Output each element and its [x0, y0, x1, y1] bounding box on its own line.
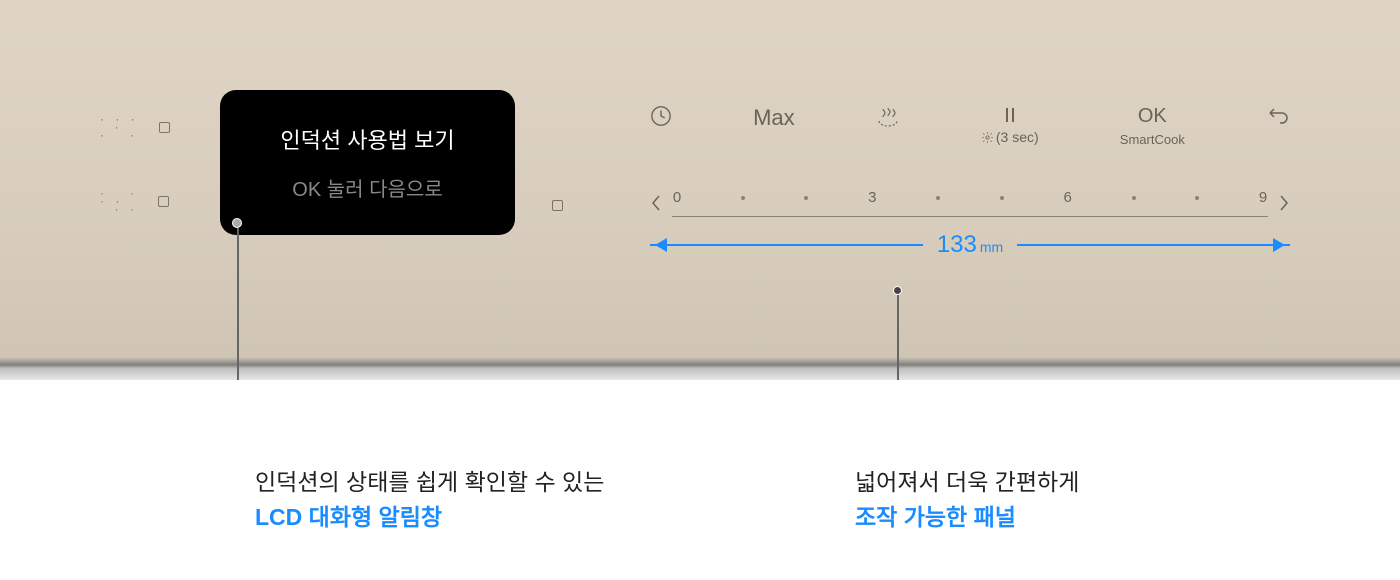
- arrow-left-icon: [650, 244, 923, 246]
- clock-icon: [650, 105, 672, 127]
- measurement-value: 133mm: [937, 231, 1003, 259]
- max-label: Max: [753, 105, 795, 131]
- arrow-right-icon: [1017, 244, 1290, 246]
- smartcook-label: SmartCook: [1120, 132, 1185, 147]
- slider-mark-3: 3: [867, 189, 877, 206]
- slider-mark-6: 6: [1063, 189, 1073, 206]
- pause-control: (3 sec): [981, 105, 1039, 145]
- max-control: Max: [753, 105, 795, 131]
- slider-dot-icon: [804, 196, 808, 200]
- callout-dot-icon: [893, 286, 902, 295]
- slider-mark-9: 9: [1258, 189, 1268, 206]
- zone-select-square-icon: [159, 122, 170, 133]
- ok-label: OK: [1138, 105, 1167, 128]
- zone-row-1: · · · ·· ·: [100, 115, 170, 139]
- slider-dot-icon: [1195, 196, 1199, 200]
- steam-icon: [876, 105, 900, 127]
- gear-icon: [981, 131, 994, 144]
- caption-area: 인덕션의 상태를 쉽게 확인할 수 있는 LCD 대화형 알림창 넓어져서 더욱…: [0, 380, 1400, 580]
- back-icon: [1266, 105, 1290, 125]
- back-control: [1266, 105, 1290, 125]
- ok-control: OK SmartCook: [1120, 105, 1185, 147]
- caption-right: 넓어져서 더욱 간편하게 조작 가능한 패널: [855, 465, 1079, 534]
- cooktop-panel-image: · · · ·· · · ·· · · · 인덕션 사용법 보기 OK 눌러 다…: [0, 0, 1400, 380]
- chevron-right-icon: [1278, 193, 1290, 213]
- caption-left-emphasis: LCD 대화형 알림창: [255, 504, 442, 530]
- power-slider-track: 0 3 6 9: [672, 189, 1268, 217]
- lcd-subtitle: OK 눌러 다음으로: [292, 173, 442, 202]
- zone-dots-icon: · · · ·· ·: [100, 115, 139, 139]
- zone-select-square-icon: [158, 196, 169, 207]
- control-row-icons: Max: [650, 105, 1290, 147]
- slider-dot-icon: [1000, 196, 1004, 200]
- caption-left: 인덕션의 상태를 쉽게 확인할 수 있는 LCD 대화형 알림창: [255, 465, 604, 534]
- keep-warm-control: [876, 105, 900, 127]
- zone-select-square-icon: [552, 200, 563, 211]
- slider-dot-icon: [936, 196, 940, 200]
- control-strip: Max: [650, 105, 1290, 259]
- timer-control: [650, 105, 672, 127]
- slider-dot-icon: [741, 196, 745, 200]
- lcd-title: 인덕션 사용법 보기: [280, 123, 454, 155]
- power-slider-row: 0 3 6 9: [650, 189, 1290, 217]
- caption-right-emphasis: 조작 가능한 패널: [855, 504, 1016, 530]
- slider-dot-icon: [1132, 196, 1136, 200]
- pause-sublabel: (3 sec): [981, 129, 1039, 145]
- chevron-left-icon: [650, 193, 662, 213]
- caption-right-line1: 넓어져서 더욱 간편하게: [855, 469, 1079, 495]
- slider-mark-0: 0: [672, 189, 682, 206]
- zone-dots-icon: · ·· · · ·: [100, 189, 138, 213]
- lcd-screen: 인덕션 사용법 보기 OK 눌러 다음으로: [220, 90, 515, 235]
- zone-indicators: · · · ·· · · ·· · · ·: [100, 115, 170, 213]
- zone-row-2: · ·· · · ·: [100, 189, 170, 213]
- pause-icon: [1002, 105, 1018, 125]
- callout-dot-icon: [232, 218, 242, 228]
- measurement-arrow: 133mm: [650, 231, 1290, 259]
- caption-left-line1: 인덕션의 상태를 쉽게 확인할 수 있는: [255, 469, 604, 495]
